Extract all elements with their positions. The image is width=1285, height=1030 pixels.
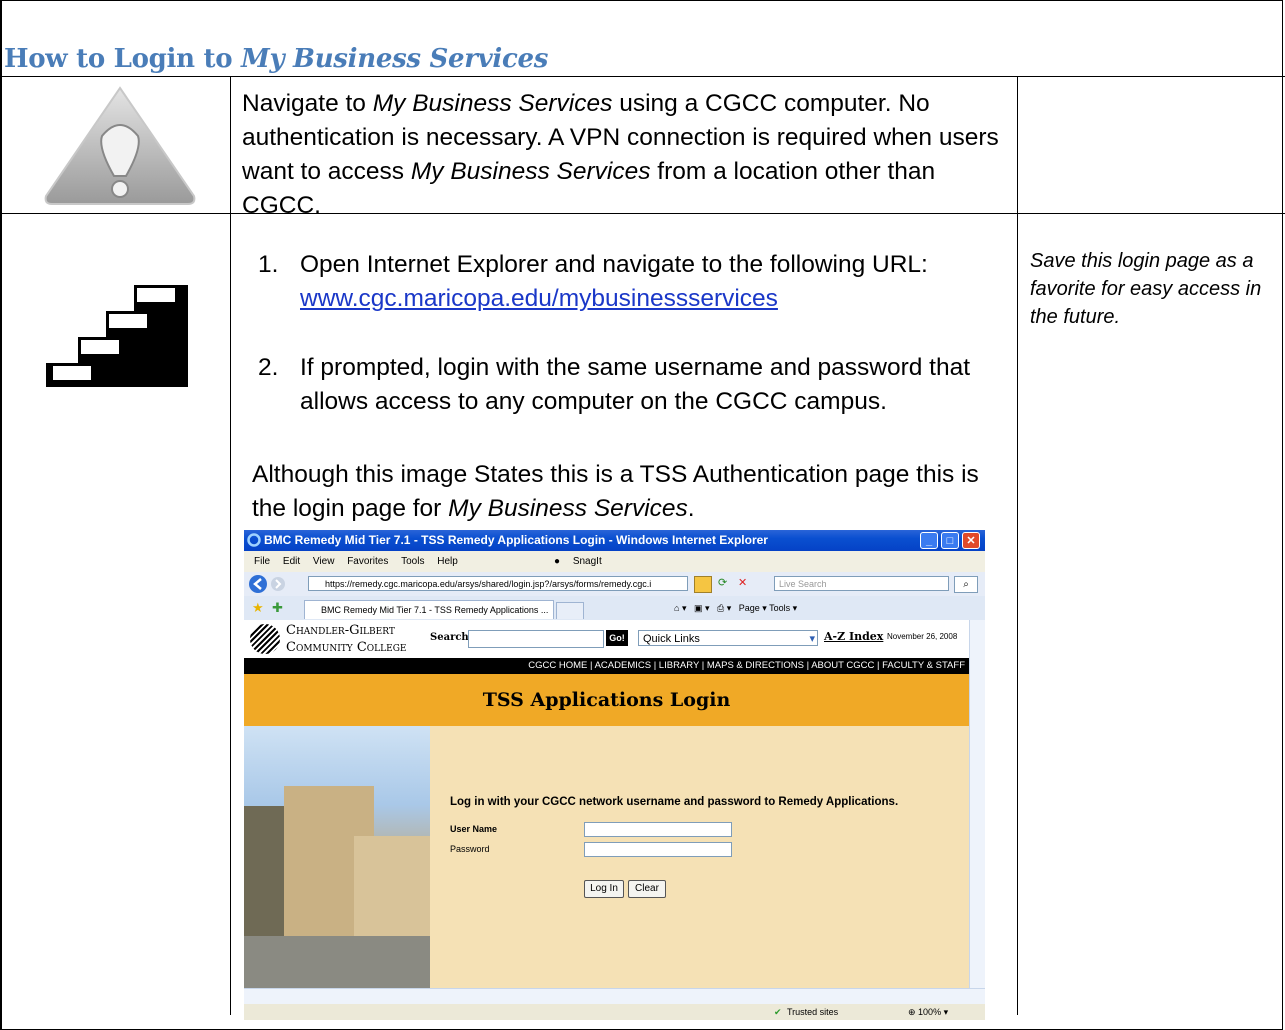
intro-italic: My Business Services [372,90,613,117]
snagit-label: SnagIt [572,556,602,567]
title-prefix: How to Login to [4,44,241,74]
site-nav[interactable]: CGCC HOME | ACADEMICS | LIBRARY | MAPS &… [244,658,969,674]
table-top-border [0,76,1285,77]
password-field[interactable] [584,842,732,857]
college-name-line2: Community College [286,640,407,655]
site-search-label: Search: [430,632,473,643]
maximize-button[interactable]: □ [941,532,959,549]
steps-icon [46,285,188,387]
status-bar: ✔ Trusted sites ⊕ 100% ▾ [244,1004,985,1020]
quick-links-value: Quick Links [643,633,700,645]
add-favorite-icon[interactable]: ✚ [272,600,283,616]
step-text: Open Internet Explorer and navigate to t… [300,251,928,278]
zoom-control[interactable]: ⊕ 100% ▾ [908,1004,948,1020]
login-message: Log in with your CGCC network username a… [450,796,899,808]
username-field[interactable] [584,822,732,837]
login-banner: TSS Applications Login [244,674,969,726]
login-url-link[interactable]: www.cgc.maricopa.edu/mybusinessservices [300,285,778,312]
menu-tools[interactable]: Tools [401,556,424,567]
site-search-input[interactable] [468,630,604,648]
refresh-icon[interactable]: ⟳ [718,576,734,591]
intro-text: Navigate to [242,90,373,117]
browser-titlebar: BMC Remedy Mid Tier 7.1 - TSS Remedy App… [244,530,985,551]
tab-remedy[interactable]: BMC Remedy Mid Tier 7.1 - TSS Remedy App… [304,600,554,619]
column-divider-2 [1017,76,1018,1015]
forward-icon[interactable] [270,576,286,592]
browser-title: BMC Remedy Mid Tier 7.1 - TSS Remedy App… [264,533,768,547]
favorites-star-icon[interactable]: ★ [252,600,264,616]
note-text: . [687,495,695,522]
side-note: Save this login page as a favorite for e… [1030,250,1262,328]
quick-links-select[interactable]: Quick Links ▾ [638,630,818,646]
lock-icon [694,576,712,593]
clear-button[interactable]: Clear [628,880,666,898]
zoom-value: 100% [918,1007,942,1017]
minimize-button[interactable]: _ [920,532,938,549]
search-input[interactable]: Live Search [774,576,949,591]
username-label: User Name [450,824,498,834]
menu-favorites[interactable]: Favorites [347,556,388,567]
stop-icon[interactable]: ✕ [738,576,754,591]
column-divider-1 [230,76,231,1015]
menu-edit[interactable]: Edit [283,556,300,567]
vertical-scrollbar[interactable] [969,620,985,988]
close-button[interactable]: ✕ [962,532,980,549]
search-icon[interactable]: ⌕ [954,576,978,593]
new-tab-button[interactable] [556,602,584,619]
screenshot-note: Although this image States this is a TSS… [252,458,1012,526]
note-italic: My Business Services [448,495,688,522]
print-icon[interactable]: ⎙ [717,603,724,613]
menu-help[interactable]: Help [437,556,458,567]
feeds-icon[interactable]: ▣ [694,603,703,613]
command-bar: ⌂ ▾ ▣ ▾ ⎙ ▾ Page ▾ Tools ▾ [674,603,798,613]
login-button[interactable]: Log In [584,880,624,898]
intro-paragraph: Navigate to My Business Services using a… [242,87,1012,223]
page-tools-menu[interactable]: Page ▾ Tools ▾ [739,603,797,613]
browser-screenshot: BMC Remedy Mid Tier 7.1 - TSS Remedy App… [244,530,985,1020]
step-number: 1. [258,251,279,278]
password-label: Password [450,844,490,854]
home-icon[interactable]: ⌂ [674,603,679,613]
menu-bar: File Edit View Favorites Tools Help ● Sn… [244,551,985,572]
step-text: If prompted, login with the same usernam… [300,354,971,415]
back-icon[interactable] [248,574,268,594]
college-name-line1: Chandler-Gilbert [286,623,395,638]
chevron-down-icon: ▾ [809,633,815,645]
college-header: Chandler-Gilbert Community College Search… [244,620,969,658]
az-index-link[interactable]: A-Z Index [824,630,883,643]
warning-icon [44,86,196,205]
address-bar: https://remedy.cgc.maricopa.edu/arsys/sh… [244,572,985,596]
menu-file[interactable]: File [254,556,270,567]
college-logo-icon [250,624,280,654]
title-italic: My Business Services [240,44,549,74]
checkmark-icon: ✔ [774,1007,782,1017]
go-button[interactable]: Go! [606,630,628,646]
step-1: 1. Open Internet Explorer and navigate t… [258,248,1018,318]
zone-label: Trusted sites [787,1007,839,1017]
login-content: Log in with your CGCC network username a… [244,726,969,988]
step-2: 2. If prompted, login with the same user… [258,351,1018,421]
page-date: November 26, 2008 [887,632,958,641]
web-page: Chandler-Gilbert Community College Search… [244,620,969,988]
horizontal-scrollbar[interactable] [244,988,985,1005]
url-field[interactable]: https://remedy.cgc.maricopa.edu/arsys/sh… [308,576,688,591]
tab-bar: ★ ✚ BMC Remedy Mid Tier 7.1 - TSS Remedy… [244,596,985,621]
page-title: How to Login to My Business Services [4,44,548,74]
campus-photo [244,726,430,988]
intro-italic: My Business Services [410,158,651,185]
ie-logo-icon [247,533,261,547]
step-number: 2. [258,354,279,381]
snagit-button[interactable]: ● SnagIt [554,551,602,572]
menu-view[interactable]: View [313,556,335,567]
